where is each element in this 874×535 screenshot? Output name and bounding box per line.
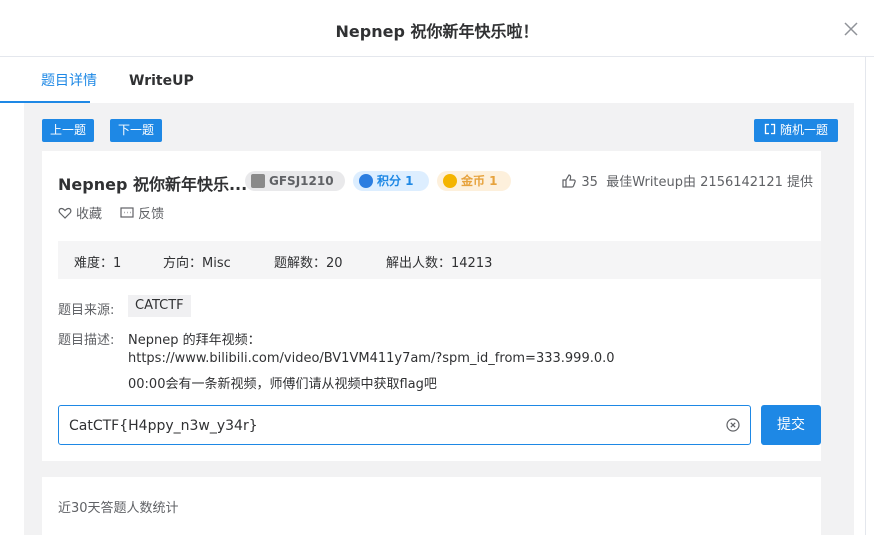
description-line: Nepnep 的拜年视频： xyxy=(128,333,261,348)
random-challenge-button[interactable]: 随机一题 xyxy=(754,119,838,142)
flag-input-container xyxy=(58,405,751,446)
source-label: 题目来源: xyxy=(58,303,115,318)
id-badge-icon xyxy=(251,174,265,188)
source-tag: CATCTF xyxy=(128,295,191,317)
feedback-label: 反馈 xyxy=(138,207,165,222)
score-tag: 积分 1 xyxy=(353,171,429,191)
submit-flag-button[interactable]: 提交 xyxy=(761,405,821,445)
close-icon xyxy=(844,22,858,36)
challenge-actions: 收藏 反馈 xyxy=(58,203,178,222)
difficulty-stat: 难度：1 xyxy=(74,256,122,271)
challenge-title: Nepnep 祝你新年快乐... xyxy=(58,175,248,194)
challenge-card: Nepnep 祝你新年快乐... GFSJ1210 积分 1 金币 1 35 最… xyxy=(42,151,821,461)
likes-area: 35 最佳Writeup由 2156142121 提供 xyxy=(561,171,813,190)
direction-stat: 方向：Misc xyxy=(163,256,231,271)
tab-writeup[interactable]: WriteUP xyxy=(129,57,194,103)
favorite-label: 收藏 xyxy=(76,207,103,222)
scrollbar-track xyxy=(865,57,866,535)
tab-challenge-detail[interactable]: 题目详情 xyxy=(41,57,97,103)
flag-input[interactable] xyxy=(67,406,711,446)
prev-challenge-button[interactable]: 上一题 xyxy=(42,119,94,142)
tabs: 题目详情 WriteUP xyxy=(24,57,854,103)
score-icon xyxy=(359,174,373,188)
solvers-stat: 解出人数：14213 xyxy=(386,256,493,271)
challenge-id: GFSJ1210 xyxy=(269,174,334,188)
likes-count: 35 xyxy=(581,175,598,190)
coin-tag: 金币 1 xyxy=(437,171,511,191)
next-challenge-button[interactable]: 下一题 xyxy=(110,119,162,142)
coin-icon xyxy=(443,174,457,188)
solves-stat: 题解数：20 xyxy=(274,256,343,271)
main-panel: 上一题 下一题 随机一题 Nepnep 祝你新年快乐... GFSJ1210 积… xyxy=(24,103,854,535)
heart-icon xyxy=(58,207,72,219)
score-value: 积分 1 xyxy=(377,174,414,188)
best-writeup-info: 最佳Writeup由 2156142121 提供 xyxy=(606,175,813,190)
stats-bar: 难度：1 方向：Misc 题解数：20 解出人数：14213 xyxy=(58,241,821,279)
coin-value: 金币 1 xyxy=(461,174,498,188)
close-button[interactable] xyxy=(842,20,860,38)
shuffle-icon xyxy=(764,123,776,135)
stats-section-title: 近30天答题人数统计 xyxy=(58,501,179,516)
description-line: 00:00会有一条新视频，师傅们请从视频中获取flag吧 xyxy=(128,377,437,392)
feedback-button[interactable]: 反馈 xyxy=(120,203,164,222)
dialog-header: Nepnep 祝你新年快乐啦！ xyxy=(0,0,874,57)
favorite-button[interactable]: 收藏 xyxy=(58,203,102,222)
thumbs-up-icon[interactable] xyxy=(561,173,577,189)
stats-section: 近30天答题人数统计 xyxy=(42,477,821,535)
description-link[interactable]: https://www.bilibili.com/video/BV1VM411y… xyxy=(128,351,615,366)
challenge-id-tag: GFSJ1210 xyxy=(245,171,345,191)
description-label: 题目描述: xyxy=(58,333,115,348)
clear-icon[interactable] xyxy=(726,418,740,432)
random-challenge-label: 随机一题 xyxy=(779,123,828,137)
dialog-title: Nepnep 祝你新年快乐啦！ xyxy=(335,22,539,41)
feedback-icon xyxy=(120,207,134,218)
